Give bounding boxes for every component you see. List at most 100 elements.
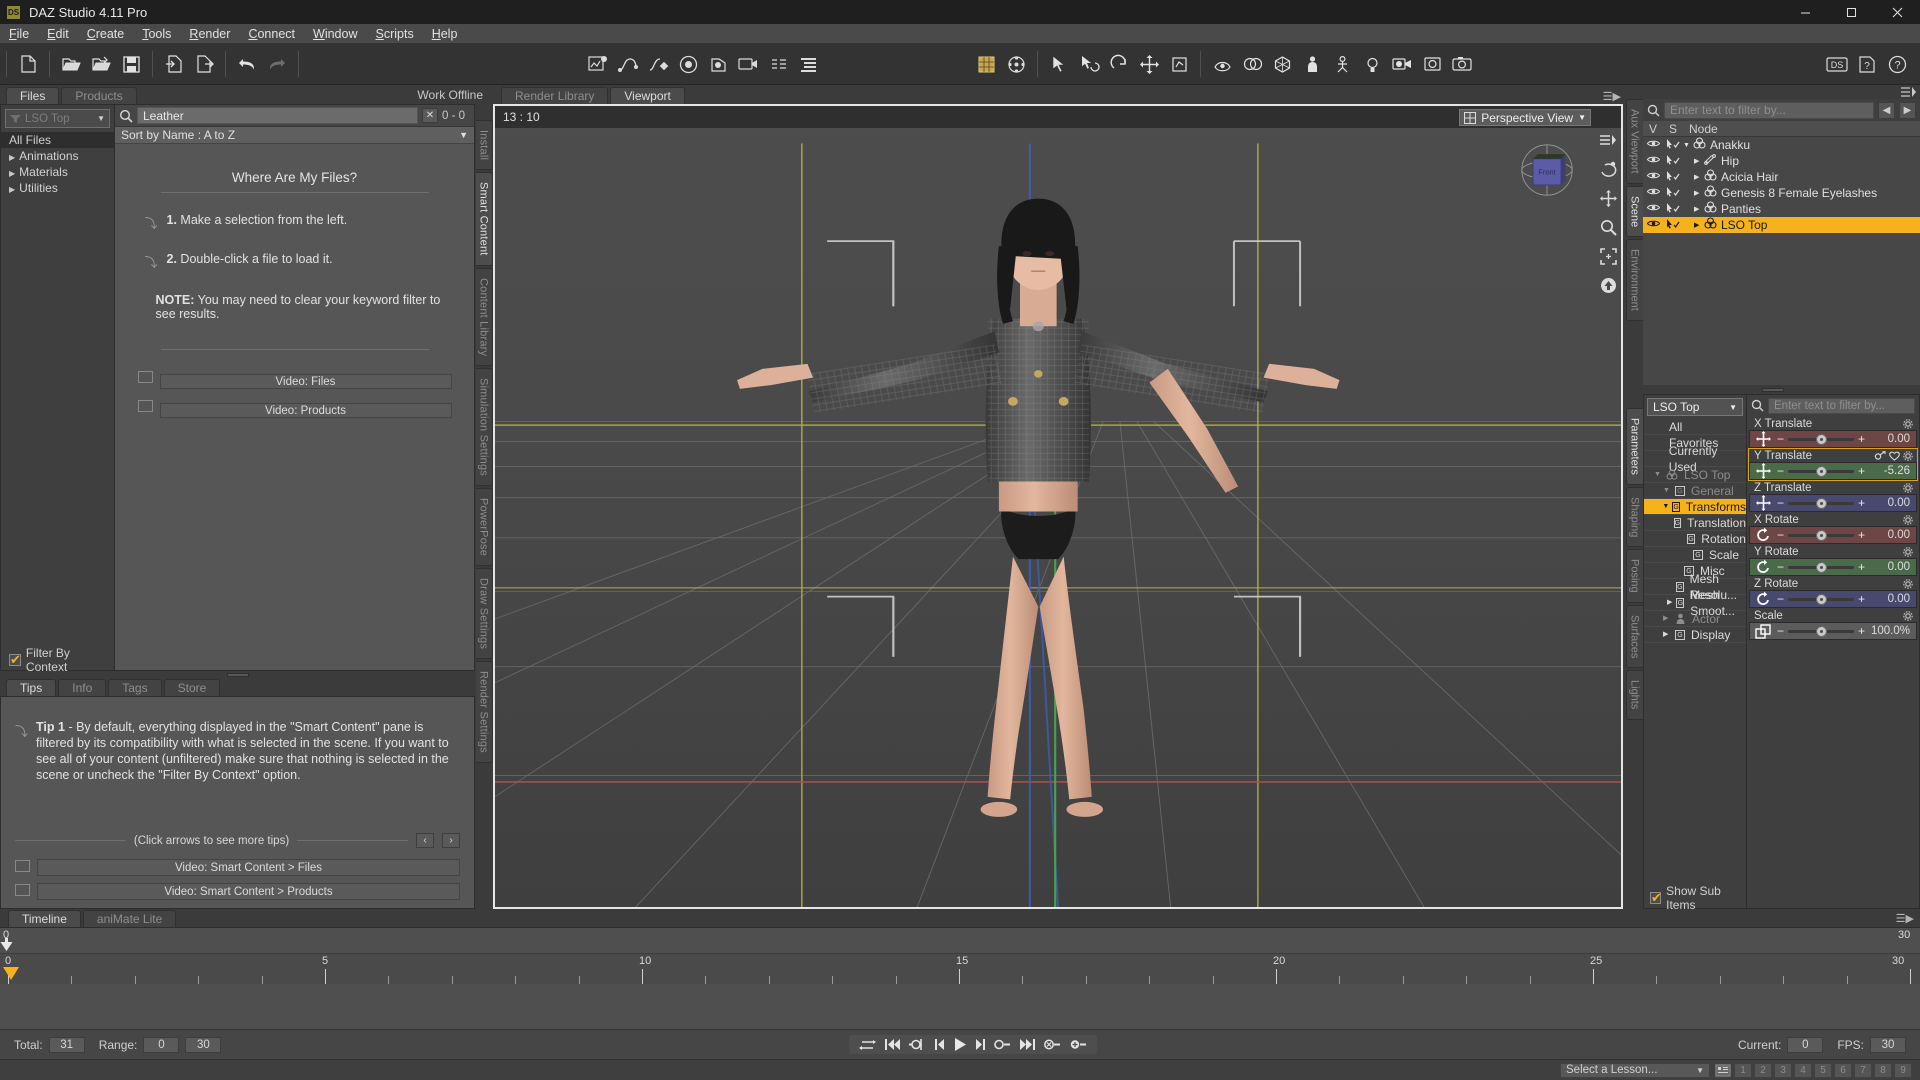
- puppeteer-icon[interactable]: [584, 50, 612, 78]
- surface-icon[interactable]: [1208, 50, 1236, 78]
- import-icon[interactable]: [160, 50, 188, 78]
- selectable-toggle[interactable]: [1663, 187, 1683, 200]
- scene-side-tab-aux-viewport[interactable]: Aux Viewport: [1626, 99, 1643, 184]
- decrement-button[interactable]: −: [1776, 464, 1785, 478]
- next-key-icon[interactable]: [994, 1039, 1011, 1050]
- lesson-step-7[interactable]: 7: [1854, 1063, 1872, 1078]
- timeline-range-ruler[interactable]: 030: [0, 928, 1920, 954]
- eye-icon[interactable]: [1647, 187, 1660, 196]
- eye-icon[interactable]: [1647, 203, 1660, 212]
- open-recent-icon[interactable]: [87, 50, 115, 78]
- snapshot-icon[interactable]: [1448, 50, 1476, 78]
- param-group-display[interactable]: ▶GDisplay: [1644, 627, 1746, 643]
- scene-node-genesis-8-female-eyelashes[interactable]: ▶Genesis 8 Female Eyelashes: [1643, 185, 1920, 201]
- selectable-icon[interactable]: [1666, 139, 1680, 149]
- timeline-tab-timeline[interactable]: Timeline: [8, 910, 81, 927]
- property-z-rotate[interactable]: Z Rotate−+0.00: [1749, 577, 1917, 608]
- zoom-camera-icon[interactable]: [1598, 217, 1618, 237]
- increment-button[interactable]: +: [1857, 496, 1866, 510]
- first-frame-icon[interactable]: [885, 1039, 900, 1050]
- eye-icon[interactable]: [1647, 155, 1660, 164]
- viewport-tab-viewport[interactable]: Viewport: [610, 87, 684, 104]
- lesson-step-3[interactable]: 3: [1774, 1063, 1792, 1078]
- tips-tab-tags[interactable]: Tags: [108, 679, 161, 696]
- property-slider[interactable]: −+-5.26: [1749, 462, 1917, 480]
- visibility-toggle[interactable]: [1643, 171, 1663, 183]
- filter-by-context-row[interactable]: Filter By Context: [1, 650, 114, 670]
- expand-toggle[interactable]: ▼: [1662, 499, 1669, 515]
- eye-icon[interactable]: [1647, 219, 1660, 228]
- maximize-button[interactable]: [1828, 0, 1874, 24]
- joint-editor-icon[interactable]: [1002, 50, 1030, 78]
- slider-knob[interactable]: [1816, 562, 1827, 573]
- lesson-step-5[interactable]: 5: [1814, 1063, 1832, 1078]
- decrement-button[interactable]: −: [1776, 624, 1785, 638]
- context-filter-button[interactable]: LSO Top ▼: [5, 109, 110, 128]
- property-slider[interactable]: −+100.0%: [1749, 622, 1917, 640]
- expand-toggle[interactable]: ▶: [1694, 205, 1704, 213]
- video-products-button[interactable]: Video: Products: [160, 403, 452, 418]
- category-utilities[interactable]: ▶Utilities: [1, 180, 114, 196]
- help-icon[interactable]: ?: [1853, 50, 1881, 78]
- delete-key-icon[interactable]: [1044, 1039, 1061, 1050]
- orbit-camera-icon[interactable]: [1598, 159, 1618, 179]
- timeline-tab-animate-lite[interactable]: aniMate Lite: [83, 910, 176, 927]
- slider-track[interactable]: [1788, 534, 1854, 537]
- scene-node-acicia-hair[interactable]: ▶Acicia Hair: [1643, 169, 1920, 185]
- property-slider[interactable]: −+0.00: [1749, 590, 1917, 608]
- range-start-field[interactable]: 0: [143, 1037, 179, 1053]
- visibility-toggle[interactable]: [1643, 219, 1663, 231]
- frame-icon[interactable]: [1598, 246, 1618, 266]
- side-tab-content-library[interactable]: Content Library: [476, 268, 493, 366]
- rotate-view-icon[interactable]: [1075, 50, 1103, 78]
- show-sub-items-row[interactable]: Show Sub Items: [1644, 888, 1746, 908]
- side-tab-install[interactable]: Install: [476, 120, 493, 170]
- video-files-button[interactable]: Video: Files: [160, 374, 452, 389]
- slider-knob[interactable]: [1816, 466, 1827, 477]
- video-smart-products-button[interactable]: Video: Smart Content > Products: [37, 883, 460, 900]
- scene-side-tab-scene[interactable]: Scene: [1626, 186, 1643, 237]
- property-scale[interactable]: Scale−+100.0%: [1749, 609, 1917, 640]
- selectable-toggle[interactable]: [1663, 203, 1683, 216]
- selectable-icon[interactable]: [1666, 219, 1680, 229]
- side-tab-powerpose[interactable]: PowerPose: [476, 488, 493, 566]
- new-file-icon[interactable]: [14, 50, 42, 78]
- filter-by-context-checkbox[interactable]: [9, 654, 21, 666]
- slider-track[interactable]: [1788, 470, 1854, 473]
- timeline-frame-ruler[interactable]: 051015202530: [0, 954, 1920, 984]
- add-key-icon[interactable]: [1070, 1039, 1087, 1050]
- about-icon[interactable]: ?: [1883, 50, 1911, 78]
- visibility-toggle[interactable]: [1643, 139, 1663, 151]
- tips-tab-info[interactable]: Info: [58, 679, 106, 696]
- property-slider[interactable]: −+0.00: [1749, 526, 1917, 544]
- parameters-filter-input[interactable]: Enter text to filter by...: [1768, 398, 1915, 414]
- gear-icon[interactable]: [1903, 515, 1913, 525]
- expand-toggle[interactable]: ▶: [1694, 173, 1704, 181]
- scene-node-lso-top[interactable]: ▶LSO Top: [1643, 217, 1920, 233]
- expand-toggle[interactable]: ▼: [1683, 142, 1693, 149]
- slider-track[interactable]: [1788, 630, 1854, 633]
- param-group-all[interactable]: All: [1644, 419, 1746, 435]
- viewport-canvas[interactable]: 13 : 10 Perspective View ▼ Front: [493, 104, 1623, 909]
- tips-tab-store[interactable]: Store: [164, 679, 221, 696]
- slider-track[interactable]: [1788, 598, 1854, 601]
- param-group-translation[interactable]: GTranslation: [1644, 515, 1746, 531]
- decrement-button[interactable]: −: [1776, 432, 1785, 446]
- lesson-icon[interactable]: [1714, 1063, 1732, 1078]
- render-settings-icon[interactable]: [674, 50, 702, 78]
- search-input[interactable]: Leather: [137, 107, 418, 124]
- selectable-icon[interactable]: [1666, 155, 1680, 165]
- gear-icon[interactable]: [1903, 483, 1913, 493]
- expand-toggle[interactable]: ▼: [1663, 483, 1672, 499]
- morph-icon[interactable]: [1238, 50, 1266, 78]
- close-button[interactable]: [1874, 0, 1920, 24]
- translate-icon[interactable]: [1135, 50, 1163, 78]
- node-inspector-icon[interactable]: [764, 50, 792, 78]
- param-side-tab-parameters[interactable]: Parameters: [1626, 408, 1643, 485]
- decrement-button[interactable]: −: [1776, 560, 1785, 574]
- tab-products[interactable]: Products: [61, 87, 136, 104]
- property-x-rotate[interactable]: X Rotate−+0.00: [1749, 513, 1917, 544]
- gear-icon[interactable]: [1903, 579, 1913, 589]
- selectable-icon[interactable]: [1666, 171, 1680, 181]
- last-frame-icon[interactable]: [1020, 1039, 1035, 1050]
